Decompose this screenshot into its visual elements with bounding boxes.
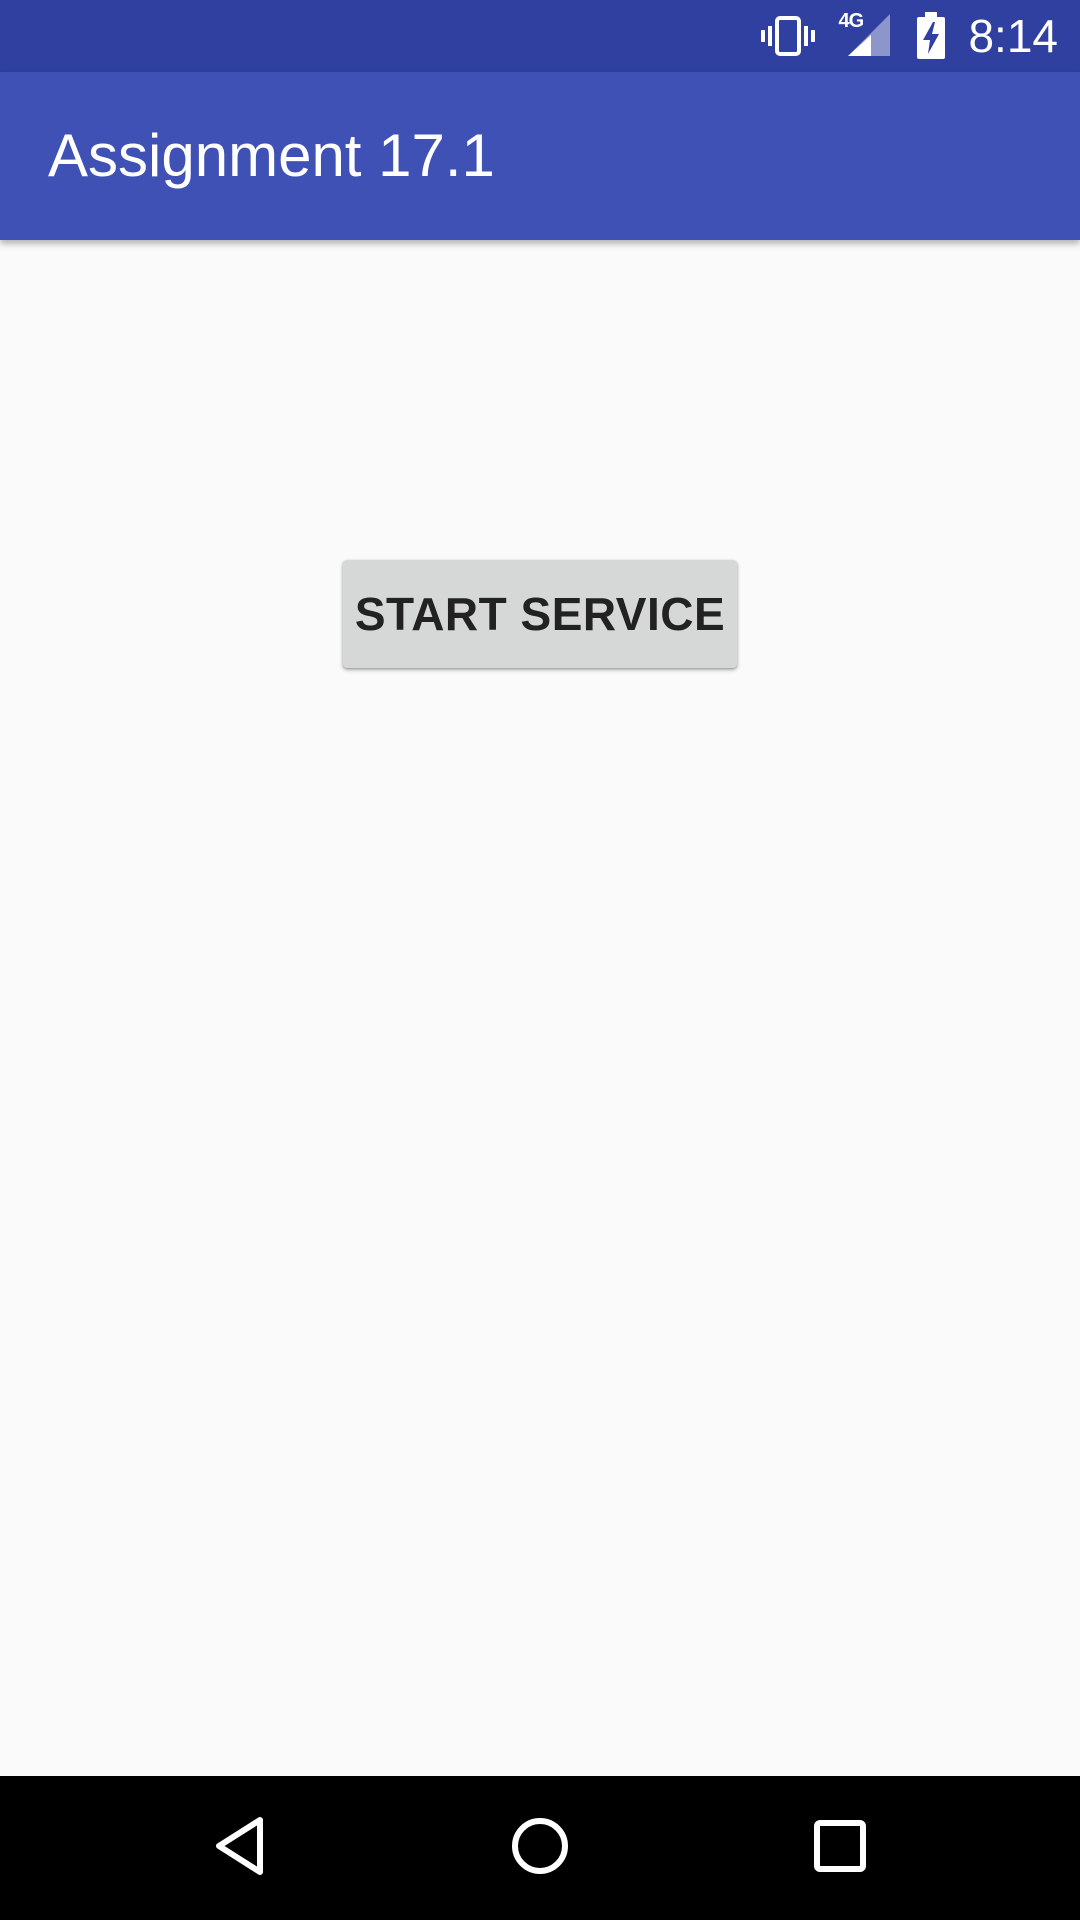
status-clock: 8:14 — [968, 10, 1058, 62]
status-bar: 4G 8:14 — [0, 0, 1080, 72]
home-button[interactable] — [460, 1776, 620, 1920]
main-content: START SERVICE — [0, 240, 1080, 1776]
recents-icon — [812, 1818, 868, 1879]
home-icon — [508, 1814, 572, 1883]
back-icon — [211, 1814, 271, 1883]
start-service-button[interactable]: START SERVICE — [343, 560, 737, 668]
recents-button[interactable] — [760, 1776, 920, 1920]
status-icons: 4G 8:14 — [760, 0, 1058, 72]
back-button[interactable] — [161, 1776, 321, 1920]
navigation-bar — [0, 1776, 1080, 1920]
app-title: Assignment 17.1 — [48, 122, 495, 189]
screen: 4G 8:14 Assignment 17.1 START SERVICE — [0, 0, 1080, 1920]
app-bar: Assignment 17.1 — [0, 72, 1080, 240]
vibrate-icon — [760, 14, 816, 58]
battery-charging-icon — [916, 12, 946, 60]
cellular-signal-icon: 4G — [838, 10, 894, 60]
